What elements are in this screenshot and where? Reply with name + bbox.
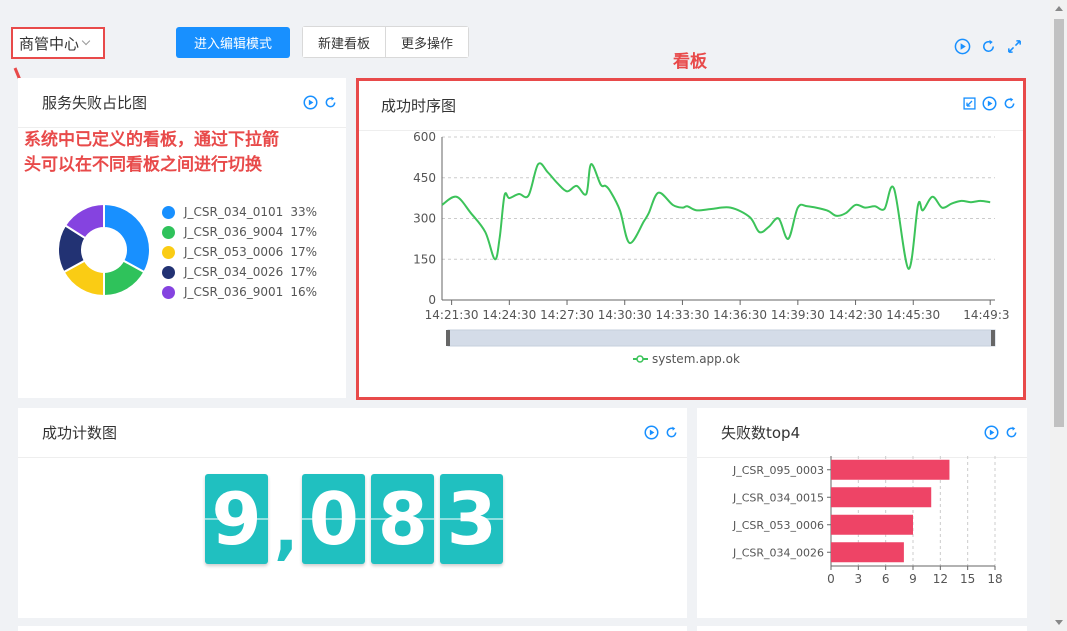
legend-label: J_CSR_034_0026	[184, 265, 284, 279]
refresh-icon[interactable]	[664, 425, 679, 440]
x-tick-label: 15	[960, 572, 975, 586]
new-board-button[interactable]: 新建看板	[303, 27, 386, 57]
legend-value: 17%	[290, 245, 317, 259]
y-tick-label: J_CSR_034_0026	[732, 546, 824, 559]
board-switch-annotation: 系统中已定义的看板，通过下拉箭头可以在不同看板之间进行切换	[24, 130, 279, 175]
counter-digit: 9	[205, 474, 268, 564]
legend-dot	[162, 265, 175, 279]
x-tick-label: 3	[855, 572, 863, 586]
bar	[831, 542, 904, 563]
failure-ratio-donut	[57, 202, 151, 298]
x-tick-label: 14:39:30	[771, 308, 825, 322]
series-line	[441, 162, 991, 270]
legend-item[interactable]: J_CSR_036_9001 16%	[162, 282, 317, 302]
lower-panel-edge	[697, 626, 1027, 631]
bar	[831, 514, 913, 535]
scroll-up-icon[interactable]	[1055, 6, 1063, 11]
zoom-slider	[447, 329, 996, 347]
export-icon[interactable]	[962, 96, 977, 111]
failure-top4-chart: 0 3 6 9 12 15 18 J_CSR_095_0003 J_CSR_034_0015 J_…	[732, 456, 1003, 586]
refresh-icon[interactable]	[1004, 425, 1019, 440]
scroll-thumb[interactable]	[1054, 19, 1064, 427]
legend-dot	[162, 225, 175, 239]
lower-panel-edge	[18, 626, 687, 631]
x-tick-label: 14:45:30	[886, 308, 940, 322]
board-selector[interactable]: 商管中心	[11, 27, 105, 59]
y-tick-label: 150	[413, 252, 436, 266]
board-actions-group: 新建看板 更多操作	[302, 26, 470, 58]
legend-label: J_CSR_036_9004	[184, 225, 284, 239]
top-toolbar: 商管中心 进入编辑模式 新建看板 更多操作	[0, 0, 1050, 74]
y-tick-label: 600	[413, 130, 436, 144]
x-tick-label: 14:27:30	[540, 308, 594, 322]
bar	[831, 459, 950, 480]
donut-legend: J_CSR_034_0101 33% J_CSR_036_9004 17% J_CSR_…	[162, 202, 317, 302]
panel-title: 失败数top4	[721, 424, 801, 442]
x-tick-label: 12	[933, 572, 948, 586]
legend-dot	[162, 285, 175, 299]
legend-dot	[162, 245, 175, 259]
legend-label: J_CSR_034_0101	[184, 205, 284, 219]
legend-value: 16%	[290, 285, 317, 299]
x-tick-label: 9	[909, 572, 917, 586]
scroll-down-icon[interactable]	[1055, 620, 1063, 625]
x-tick-label: 18	[987, 572, 1002, 586]
success-timeline-chart: 0 150 300 450 600 14:21:30 14:24:30 14:27:30 14:…	[413, 130, 1010, 366]
panel-title: 成功时序图	[381, 97, 457, 115]
refresh-icon[interactable]	[980, 38, 997, 55]
panel-title: 服务失败占比图	[42, 94, 148, 112]
legend-label: J_CSR_036_9001	[184, 285, 284, 299]
x-tick-label: 14:42:30	[829, 308, 883, 322]
counter-digit: 3	[440, 474, 504, 564]
legend-label: system.app.ok	[652, 352, 740, 366]
counter-digit: 0	[302, 474, 366, 564]
vertical-scrollbar[interactable]	[1050, 0, 1067, 631]
legend-value: 17%	[290, 225, 317, 239]
x-tick-label: 0	[827, 572, 835, 586]
refresh-icon[interactable]	[1002, 96, 1017, 111]
legend-item[interactable]: J_CSR_034_0101 33%	[162, 202, 317, 222]
zoom-handle-left	[446, 330, 450, 346]
board-selector-label: 商管中心	[19, 34, 80, 53]
legend-value: 17%	[290, 265, 317, 279]
panel-title: 成功计数图	[42, 424, 118, 442]
play-icon[interactable]	[982, 96, 997, 111]
y-tick-label: 450	[413, 171, 436, 185]
play-icon[interactable]	[954, 38, 971, 55]
x-tick-label: 14:36:30	[713, 308, 767, 322]
chevron-down-icon[interactable]	[81, 36, 91, 46]
y-tick-label: J_CSR_034_0015	[732, 491, 824, 504]
x-tick-label: 14:24:30	[482, 308, 536, 322]
bar	[831, 487, 932, 508]
legend-label: J_CSR_053_0006	[184, 245, 284, 259]
y-tick-label: J_CSR_095_0003	[732, 464, 824, 477]
fullscreen-icon[interactable]	[1006, 38, 1023, 55]
legend-dot	[162, 205, 175, 219]
play-icon[interactable]	[303, 95, 318, 110]
x-tick-label: 14:33:30	[655, 308, 709, 322]
legend-item[interactable]: J_CSR_036_9004 17%	[162, 222, 317, 242]
y-tick-label: 0	[428, 293, 436, 307]
counter-separator: ,	[274, 494, 299, 568]
legend-item[interactable]: J_CSR_053_0006 17%	[162, 242, 317, 262]
play-icon[interactable]	[984, 425, 999, 440]
counter-digit: 8	[371, 474, 435, 564]
legend-marker	[636, 355, 644, 363]
x-tick-label: 14:30:30	[598, 308, 652, 322]
zoom-handle-right	[991, 330, 995, 346]
y-tick-label: J_CSR_053_0006	[732, 519, 824, 532]
board-annotation-label: 看板	[673, 52, 707, 72]
x-tick-label: 14:21:30	[425, 308, 479, 322]
x-tick-label: 14:49:30	[963, 308, 1010, 322]
refresh-icon[interactable]	[323, 95, 338, 110]
y-tick-label: 300	[413, 212, 436, 226]
success-counter: 9 , 0 8 3	[205, 474, 509, 568]
legend-value: 33%	[290, 205, 317, 219]
legend-item[interactable]: J_CSR_034_0026 17%	[162, 262, 317, 282]
top-icons	[954, 38, 1023, 55]
edit-mode-button[interactable]: 进入编辑模式	[176, 27, 290, 58]
more-actions-button[interactable]: 更多操作	[385, 27, 469, 57]
play-icon[interactable]	[644, 425, 659, 440]
x-tick-label: 6	[882, 572, 890, 586]
